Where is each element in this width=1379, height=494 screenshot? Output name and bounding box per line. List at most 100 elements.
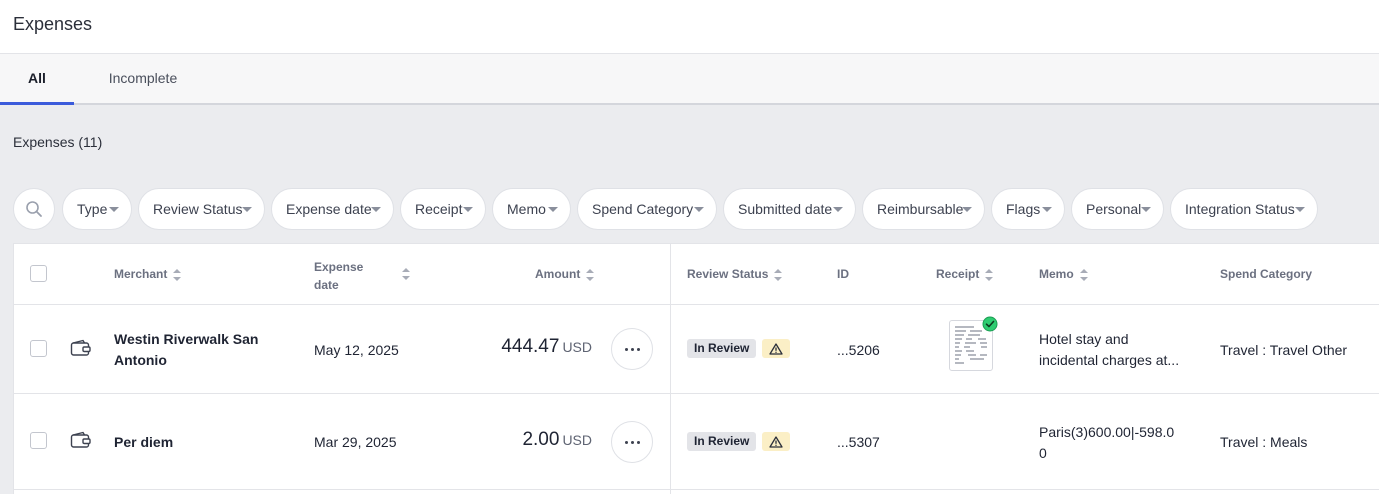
chevron-down-icon [1141,207,1151,212]
amount: 2.00 USD [522,429,592,451]
column-header-review-status[interactable]: Review Status [687,267,783,281]
spend-category: Travel : Travel Other [1220,342,1348,358]
column-header-expense-date[interactable]: Expense date [314,258,363,294]
memo-line: Hotel stay and [1039,331,1129,347]
column-header-label: Receipt [936,267,980,281]
column-header-label: Spend Category [1220,267,1313,281]
filter-label: Personal [1086,201,1142,217]
more-actions-button[interactable] [611,328,653,370]
app-header: Expenses [0,0,1379,54]
search-button[interactable] [13,188,55,230]
amount-value: 444.47 [501,336,560,357]
row-divider [14,393,1379,394]
column-header-receipt[interactable]: Receipt [936,267,994,281]
merchant-name[interactable]: Westin Riverwalk San Antonio [114,329,258,371]
sort-icon [985,268,994,281]
memo-text: Paris(3)600.00|-598.0 0 [1039,422,1194,464]
status-badge: In Review [687,432,757,451]
warning-badge[interactable] [762,339,790,358]
filter-label: Memo [507,201,546,217]
filter-label: Integration Status [1185,201,1295,217]
tab-all[interactable]: All [0,54,74,105]
filter-reimbursable[interactable]: Reimbursable [862,188,985,230]
warning-badge[interactable] [762,432,790,451]
filter-review-status[interactable]: Review Status [138,188,265,230]
chevron-down-icon [242,207,252,212]
memo-line: incidental charges at... [1039,352,1180,368]
chevron-down-icon [463,207,473,212]
sort-icon [173,268,182,281]
chevron-down-icon [833,207,843,212]
chevron-down-icon [962,207,972,212]
expenses-count-heading: Expenses (11) [13,134,103,150]
row-divider [14,489,1379,490]
column-header-memo[interactable]: Memo [1039,267,1088,281]
filter-label: Submitted date [738,201,833,217]
more-icon-dot [630,440,634,444]
warning-icon [769,435,783,448]
amount-currency: USD [562,432,592,448]
amount: 444.47 USD [501,336,592,358]
filter-type[interactable]: Type [62,188,132,230]
amount-currency: USD [562,339,592,355]
filter-integration-status[interactable]: Integration Status [1170,188,1318,230]
expense-id: ...5307 [837,434,880,450]
merchant-name[interactable]: Per diem [114,434,173,450]
column-header-label: Memo [1039,267,1074,281]
filter-label: Receipt [415,201,463,217]
column-header-label: ID [837,267,849,281]
filter-label: Flags [1006,201,1041,217]
filter-label: Spend Category [592,201,694,217]
memo-text: Hotel stay and incidental charges at... [1039,329,1194,371]
memo-line: 0 [1039,445,1047,461]
column-header-label: date [314,278,339,292]
column-header-label: Expense [314,260,364,274]
column-header-amount[interactable]: Amount [535,267,595,281]
filter-label: Review Status [153,201,243,217]
spend-category: Travel : Meals [1220,434,1308,450]
column-header-label: Merchant [114,267,168,281]
receipt-verified-icon [982,316,998,332]
filter-expense-date[interactable]: Expense date [271,188,394,230]
filter-spend-category[interactable]: Spend Category [577,188,717,230]
expense-id: ...5206 [837,342,880,358]
search-icon [26,201,42,217]
sort-icon [774,268,783,281]
filter-label: Type [77,201,108,217]
expense-date: Mar 29, 2025 [314,434,397,450]
more-icon-dot [636,347,640,351]
wallet-icon [70,339,91,356]
more-actions-button[interactable] [611,421,653,463]
chevron-down-icon [1042,207,1052,212]
column-header-label: Amount [535,267,581,281]
chevron-down-icon [694,207,704,212]
filter-label: Reimbursable [877,201,964,217]
more-icon [624,347,628,351]
column-header-label: Review Status [687,267,769,281]
merchant-name-line: Westin Riverwalk San [114,331,259,347]
tab-bar: All Incomplete [0,54,1379,105]
page-title: Expenses [13,14,93,34]
row-checkbox[interactable] [30,340,47,357]
sort-icon [586,268,595,281]
filter-flags[interactable]: Flags [991,188,1065,230]
expense-date: May 12, 2025 [314,342,399,358]
chevron-down-icon [1295,207,1305,212]
sort-icon[interactable] [402,268,410,280]
more-icon [624,440,628,444]
tab-incomplete[interactable]: Incomplete [92,54,194,105]
merchant-name-line: Antonio [114,352,167,368]
amount-value: 2.00 [522,429,560,450]
chevron-down-icon [371,207,381,212]
row-divider [14,304,1379,305]
column-header-merchant[interactable]: Merchant [114,267,182,281]
more-icon-dot [636,440,640,444]
filter-memo[interactable]: Memo [492,188,571,230]
filter-receipt[interactable]: Receipt [400,188,486,230]
select-all-checkbox[interactable] [30,265,47,282]
row-checkbox[interactable] [30,432,47,449]
filter-submitted-date[interactable]: Submitted date [723,188,856,230]
chevron-down-icon [548,207,558,212]
sort-icon [1079,268,1088,281]
filter-personal[interactable]: Personal [1071,188,1164,230]
